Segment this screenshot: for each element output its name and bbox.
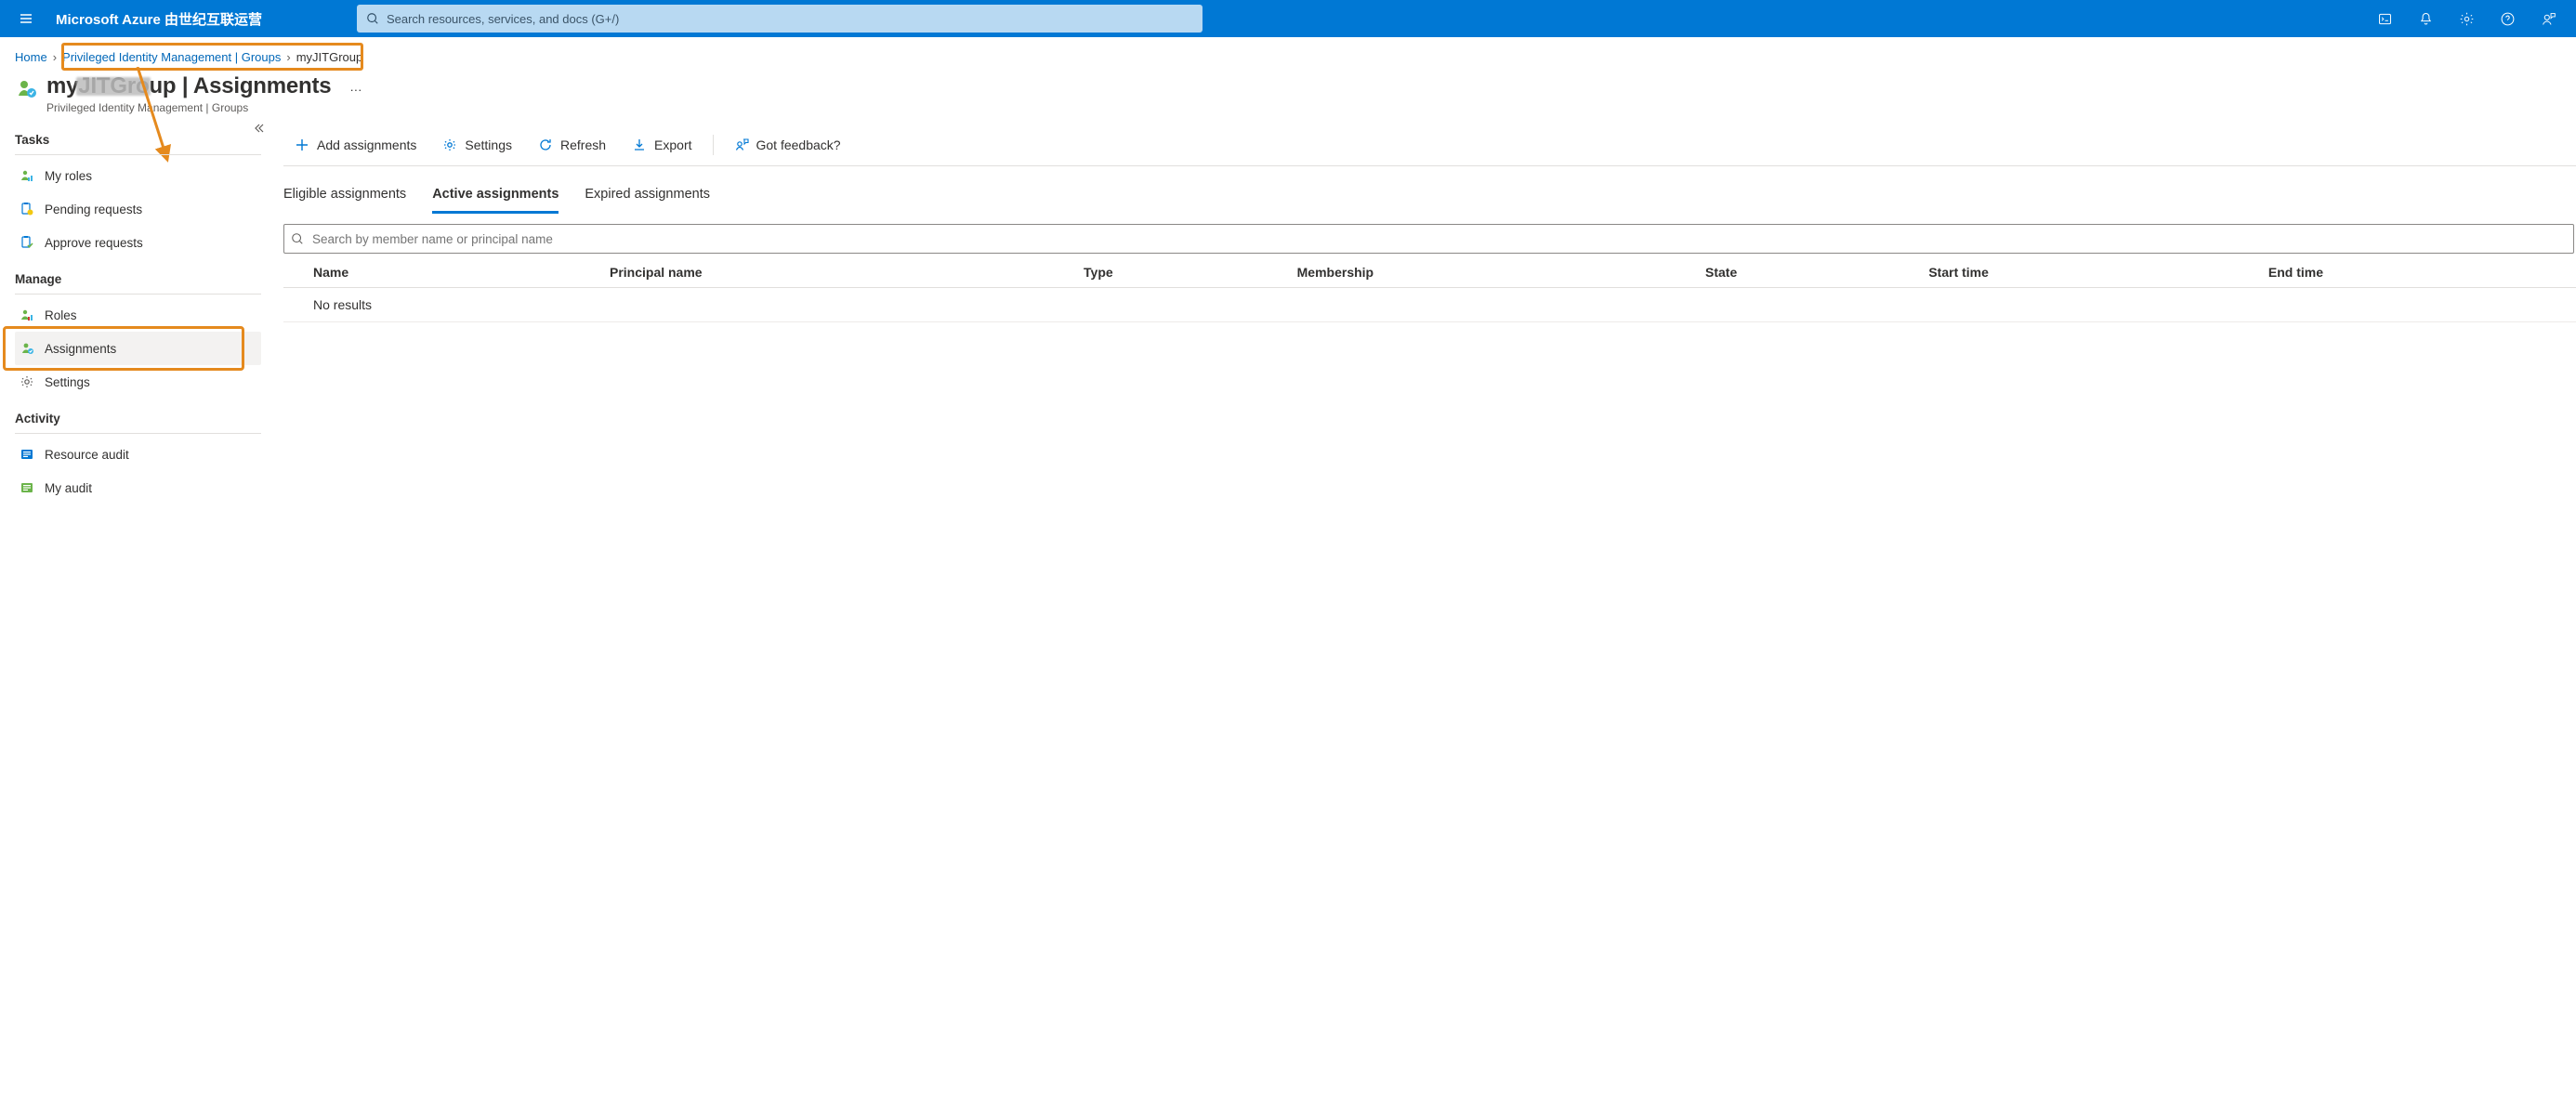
hamburger-menu[interactable] bbox=[7, 0, 45, 37]
plus-icon bbox=[295, 137, 309, 152]
help-icon bbox=[2500, 11, 2516, 27]
toolbar-label: Add assignments bbox=[317, 137, 416, 152]
person-roles-icon bbox=[19, 167, 35, 184]
sidebar-section-tasks: Tasks bbox=[15, 120, 261, 152]
group-avatar-icon bbox=[15, 77, 37, 99]
page-header: myJITGroup | Assignments Privileged Iden… bbox=[0, 70, 2576, 120]
roles-icon bbox=[19, 307, 35, 323]
gear-icon bbox=[19, 373, 35, 390]
sidebar-item-label: Roles bbox=[45, 308, 77, 322]
clipboard-approve-icon bbox=[19, 234, 35, 251]
collapse-sidebar-button[interactable] bbox=[252, 122, 265, 137]
chevron-right-icon: › bbox=[286, 50, 290, 64]
redaction-blur bbox=[76, 77, 151, 96]
sidebar-item-approve-requests[interactable]: Approve requests bbox=[15, 226, 261, 259]
export-button[interactable]: Export bbox=[621, 132, 703, 158]
add-assignments-button[interactable]: Add assignments bbox=[283, 132, 427, 158]
table-header-row: Name Principal name Type Membership Stat… bbox=[283, 257, 2576, 288]
toolbar-divider bbox=[713, 135, 714, 155]
page-subtitle: Privileged Identity Management | Groups bbox=[46, 101, 331, 114]
col-principal[interactable]: Principal name bbox=[598, 257, 1072, 288]
bell-icon bbox=[2418, 11, 2434, 27]
sidebar-item-my-roles[interactable]: My roles bbox=[15, 159, 261, 192]
global-search-input[interactable] bbox=[379, 12, 1193, 26]
topbar: Microsoft Azure 由世纪互联运营 bbox=[0, 0, 2576, 37]
sidebar-item-label: Assignments bbox=[45, 342, 116, 356]
assignments-icon bbox=[19, 340, 35, 357]
sidebar-section-activity: Activity bbox=[15, 399, 261, 431]
person-feedback-icon bbox=[2541, 11, 2556, 27]
cloud-shell-button[interactable] bbox=[2364, 0, 2405, 37]
breadcrumb-current: myJITGroup bbox=[296, 50, 363, 64]
table-row-empty: No results bbox=[283, 288, 2576, 322]
help-button[interactable] bbox=[2487, 0, 2528, 37]
refresh-button[interactable]: Refresh bbox=[527, 132, 617, 158]
notifications-button[interactable] bbox=[2405, 0, 2446, 37]
gear-icon bbox=[442, 137, 457, 152]
toolbar-label: Export bbox=[654, 137, 691, 152]
search-icon bbox=[291, 232, 304, 245]
gear-icon bbox=[2459, 11, 2475, 27]
refresh-icon bbox=[538, 137, 553, 152]
sidebar-section-manage: Manage bbox=[15, 259, 261, 292]
global-search[interactable] bbox=[357, 5, 1203, 33]
col-start[interactable]: Start time bbox=[1917, 257, 2257, 288]
col-membership[interactable]: Membership bbox=[1286, 257, 1694, 288]
breadcrumb-pim-groups[interactable]: Privileged Identity Management | Groups bbox=[62, 50, 281, 64]
col-state[interactable]: State bbox=[1694, 257, 1917, 288]
assignment-tabs: Eligible assignments Active assignments … bbox=[283, 166, 2576, 215]
more-actions-button[interactable]: ··· bbox=[349, 83, 361, 97]
resource-audit-icon bbox=[19, 446, 35, 463]
sidebar-item-pending-requests[interactable]: Pending requests bbox=[15, 192, 261, 226]
sidebar: Tasks My roles Pending requests Approve … bbox=[0, 120, 274, 504]
my-audit-icon bbox=[19, 479, 35, 496]
sidebar-item-label: Pending requests bbox=[45, 203, 142, 216]
brand-label[interactable]: Microsoft Azure 由世纪互联运营 bbox=[45, 9, 273, 29]
main-pane: Add assignments Settings Refresh Export … bbox=[274, 120, 2576, 504]
cloud-shell-icon bbox=[2377, 11, 2393, 27]
sidebar-item-label: My audit bbox=[45, 481, 92, 495]
sidebar-item-assignments[interactable]: Assignments bbox=[15, 332, 261, 365]
feedback-button[interactable] bbox=[2528, 0, 2569, 37]
chevron-right-icon: › bbox=[53, 50, 57, 64]
toolbar-label: Got feedback? bbox=[756, 137, 841, 152]
tab-active[interactable]: Active assignments bbox=[432, 181, 559, 214]
col-type[interactable]: Type bbox=[1072, 257, 1286, 288]
col-end[interactable]: End time bbox=[2257, 257, 2576, 288]
assignments-table: Name Principal name Type Membership Stat… bbox=[283, 257, 2576, 322]
chevron-double-left-icon bbox=[252, 122, 265, 135]
toolbar-label: Settings bbox=[465, 137, 512, 152]
breadcrumb-home[interactable]: Home bbox=[15, 50, 47, 64]
command-bar: Add assignments Settings Refresh Export … bbox=[283, 125, 2576, 166]
sidebar-item-label: Settings bbox=[45, 375, 90, 389]
tab-expired[interactable]: Expired assignments bbox=[585, 181, 710, 214]
person-feedback-icon bbox=[734, 137, 749, 152]
sidebar-item-label: My roles bbox=[45, 169, 92, 183]
settings-toolbar-button[interactable]: Settings bbox=[431, 132, 523, 158]
sidebar-item-my-audit[interactable]: My audit bbox=[15, 471, 261, 504]
sidebar-item-settings[interactable]: Settings bbox=[15, 365, 261, 399]
no-results-cell: No results bbox=[283, 288, 2576, 322]
search-icon bbox=[366, 12, 379, 25]
sidebar-item-resource-audit[interactable]: Resource audit bbox=[15, 438, 261, 471]
filter-row bbox=[283, 224, 2574, 254]
hamburger-icon bbox=[19, 11, 33, 26]
sidebar-item-label: Approve requests bbox=[45, 236, 143, 250]
clipboard-pending-icon bbox=[19, 201, 35, 217]
download-icon bbox=[632, 137, 647, 152]
breadcrumb: Home › Privileged Identity Management | … bbox=[0, 37, 2576, 70]
col-name[interactable]: Name bbox=[283, 257, 598, 288]
sidebar-item-label: Resource audit bbox=[45, 448, 129, 462]
got-feedback-button[interactable]: Got feedback? bbox=[723, 132, 852, 158]
toolbar-label: Refresh bbox=[560, 137, 606, 152]
filter-input[interactable] bbox=[283, 224, 2574, 254]
tab-eligible[interactable]: Eligible assignments bbox=[283, 181, 406, 214]
settings-button[interactable] bbox=[2446, 0, 2487, 37]
sidebar-item-roles[interactable]: Roles bbox=[15, 298, 261, 332]
